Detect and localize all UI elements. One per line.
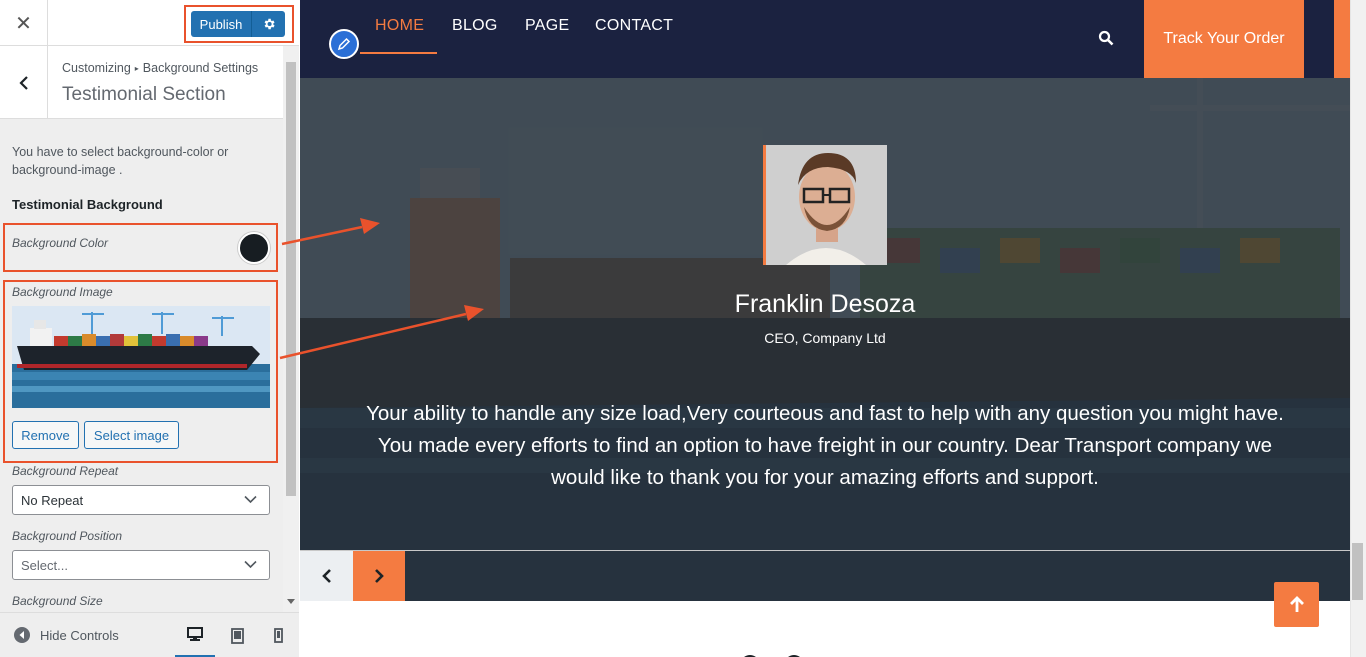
color-swatch[interactable] [238,232,270,264]
breadcrumb: Customizing ▸ Background Settings [62,61,258,75]
pencil-logo-icon[interactable] [329,29,359,59]
section-header: Customizing ▸ Background Settings Testimon… [0,46,283,119]
select-image-button[interactable]: Select image [84,421,179,449]
arrow-up-icon[interactable] [1274,582,1319,627]
breadcrumb-parent: Background Settings [142,61,259,75]
site-navbar: HOME BLOG PAGE CONTACT Track Your Order [300,0,1350,78]
nav-accent-edge [1334,0,1350,78]
breadcrumb-root: Customizing [62,61,131,75]
arrow-left-icon[interactable] [300,551,353,601]
avatar [763,145,887,265]
close-icon[interactable]: ✕ [0,0,48,46]
bg-position-select[interactable]: Select... [12,550,270,580]
bg-size-label: Background Size [12,594,103,608]
tablet-icon[interactable] [217,613,257,657]
slider-dots [744,655,800,657]
bg-repeat-label: Background Repeat [12,464,119,478]
nav-blog[interactable]: BLOG [452,17,498,35]
nav-active-underline [360,52,437,54]
nav-page[interactable]: PAGE [525,17,569,35]
panel-scrollbar-thumb[interactable] [286,62,296,496]
slider-divider [300,550,1350,551]
back-chevron-icon[interactable] [0,46,48,119]
bg-position-label: Background Position [12,529,123,543]
hide-controls-icon [14,627,30,643]
hide-controls-button[interactable]: Hide Controls [14,627,119,643]
hide-controls-label: Hide Controls [40,627,119,643]
page-scrollbar-thumb[interactable] [1352,543,1363,600]
chevron-down-icon [244,495,257,504]
bg-image-thumbnail[interactable] [12,306,270,408]
chevron-down-icon [244,560,257,569]
bg-repeat-value: No Repeat [21,492,84,508]
track-order-button[interactable]: Track Your Order [1144,0,1304,78]
remove-button[interactable]: Remove [12,421,79,449]
testimonial-role: CEO, Company Ltd [764,330,886,346]
site-preview: HOME BLOG PAGE CONTACT Track Your Order [300,0,1350,657]
gear-icon[interactable] [251,11,285,37]
testimonial-section: Franklin Desoza CEO, Company Ltd Your ab… [300,78,1350,601]
bg-image-label: Background Image [12,285,113,299]
section-title: Testimonial Section [62,84,226,105]
testimonial-name: Franklin Desoza [734,290,916,318]
breadcrumb-separator: ▸ [134,64,139,73]
nav-home[interactable]: HOME [375,17,424,35]
publish-button[interactable]: Publish [191,11,251,37]
publish-highlight: Publish [184,5,294,43]
search-icon[interactable] [1098,30,1114,51]
customizer-panel: ✕ Publish Customizing ▸ Background Setting… [0,0,299,657]
arrow-right-icon[interactable] [353,551,405,601]
section-description: You have to select background-color or b… [12,145,229,177]
desktop-icon[interactable] [175,613,215,657]
testimonial-quote: Your ability to handle any size load,Ver… [366,402,1284,489]
customizer-screen: ✕ Publish Customizing ▸ Background Setting… [0,0,1366,657]
customizer-footer: Hide Controls [0,612,299,657]
scroll-down-arrow[interactable] [287,599,295,604]
bg-color-label: Background Color [12,236,109,250]
avatar-photo [766,145,887,265]
bg-position-value: Select... [21,557,68,573]
mobile-icon[interactable] [258,613,298,657]
group-title: Testimonial Background [12,197,163,212]
nav-contact[interactable]: CONTACT [595,17,673,35]
bg-repeat-select[interactable]: No Repeat [12,485,270,515]
customizer-topbar: ✕ Publish [0,0,299,46]
